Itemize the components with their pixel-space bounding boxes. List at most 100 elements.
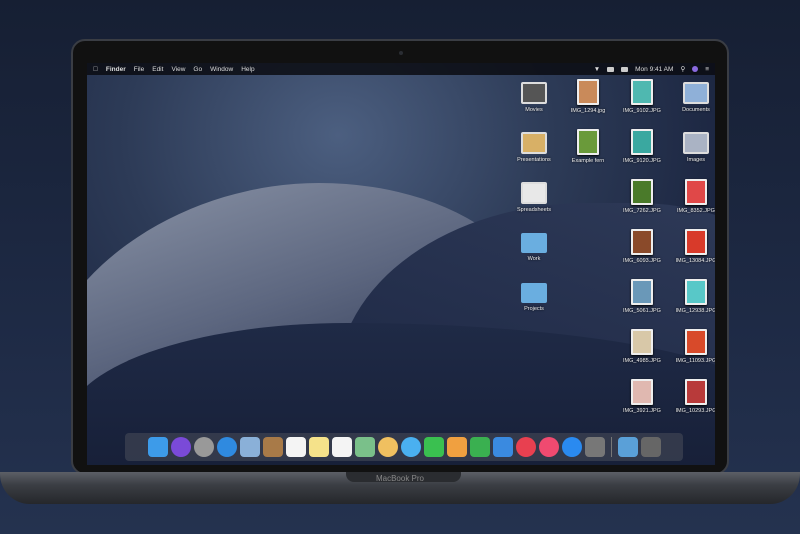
desktop-screen:  Finder File Edit View Go Window Help ▼… xyxy=(87,63,715,465)
clock[interactable]: Mon 9:41 AM xyxy=(635,66,673,73)
downloads-icon[interactable] xyxy=(617,437,638,457)
menu-edit[interactable]: Edit xyxy=(152,66,163,73)
desktop-item[interactable]: IMG_13084.JPG xyxy=(669,227,715,277)
image-thumbnail xyxy=(577,79,599,105)
image-thumbnail xyxy=(631,279,653,305)
numbers-icon[interactable] xyxy=(469,437,490,457)
app-store-icon[interactable] xyxy=(561,437,582,457)
item-label: IMG_9120.JPG xyxy=(623,158,661,164)
stack-icon xyxy=(521,182,547,204)
desktop-item[interactable]: Movies xyxy=(507,77,561,127)
laptop-lid:  Finder File Edit View Go Window Help ▼… xyxy=(71,39,729,475)
item-label: Spreadsheets xyxy=(517,207,551,213)
menu-app-name[interactable]: Finder xyxy=(106,66,126,73)
calendar-icon[interactable] xyxy=(285,437,306,457)
desktop-item[interactable]: IMG_5061.JPG xyxy=(615,277,669,327)
item-label: Documents xyxy=(682,107,710,113)
image-thumbnail xyxy=(685,379,707,405)
apple-menu-icon[interactable]:  xyxy=(93,66,98,73)
menu-view[interactable]: View xyxy=(171,66,185,73)
camera xyxy=(399,51,403,55)
desktop-item[interactable]: IMG_11093.JPG xyxy=(669,327,715,377)
launchpad-icon[interactable] xyxy=(193,437,214,457)
pages-icon[interactable] xyxy=(446,437,467,457)
mail-icon[interactable] xyxy=(239,437,260,457)
spotlight-search-icon[interactable]: ⚲ xyxy=(680,65,685,73)
photos-icon[interactable] xyxy=(377,437,398,457)
desktop-item[interactable]: Example fern xyxy=(561,127,615,177)
desktop-item[interactable]: IMG_8352.JPG xyxy=(669,177,715,227)
image-thumbnail xyxy=(631,79,653,105)
dock xyxy=(125,433,683,461)
item-label: Example fern xyxy=(571,158,605,164)
desktop-item[interactable]: IMG_7262.JPG xyxy=(615,177,669,227)
safari-icon[interactable] xyxy=(216,437,237,457)
image-thumbnail xyxy=(577,129,599,155)
item-label: IMG_1294.jpg xyxy=(570,108,606,114)
desktop-item[interactable]: Documents xyxy=(669,77,715,127)
item-label: IMG_10293.JPG xyxy=(675,408,715,414)
item-label: Presentations xyxy=(517,157,551,163)
desktop-item[interactable]: Work xyxy=(507,227,561,277)
dock-divider xyxy=(610,437,612,457)
item-label: IMG_5061.JPG xyxy=(623,308,661,314)
item-label: IMG_6093.JPG xyxy=(623,258,661,264)
desktop-item[interactable]: IMG_3921.JPG xyxy=(615,377,669,427)
trash-icon[interactable] xyxy=(640,437,661,457)
menu-help[interactable]: Help xyxy=(241,66,254,73)
image-thumbnail xyxy=(631,129,653,155)
item-label: Images xyxy=(686,157,706,163)
menu-go[interactable]: Go xyxy=(193,66,202,73)
image-thumbnail xyxy=(631,229,653,255)
image-thumbnail xyxy=(685,229,707,255)
notification-center-icon[interactable]: ≡ xyxy=(705,66,709,73)
menu-bar:  Finder File Edit View Go Window Help ▼… xyxy=(87,63,715,75)
desktop-item[interactable]: IMG_12938.JPG xyxy=(669,277,715,327)
facetime-icon[interactable] xyxy=(423,437,444,457)
desktop-item[interactable]: IMG_6093.JPG xyxy=(615,227,669,277)
item-label: IMG_9102.JPG xyxy=(623,108,661,114)
stack-icon xyxy=(521,82,547,104)
desktop-icons: Movies IMG_1294.jpg IMG_9102.JPG Documents P… xyxy=(507,77,715,427)
desktop-item[interactable]: Projects xyxy=(507,277,561,327)
image-thumbnail xyxy=(631,379,653,405)
maps-icon[interactable] xyxy=(354,437,375,457)
item-label: IMG_4985.JPG xyxy=(623,358,661,364)
desktop-item[interactable]: IMG_9120.JPG xyxy=(615,127,669,177)
item-label: IMG_13084.JPG xyxy=(675,258,715,264)
desktop-item[interactable]: Presentations xyxy=(507,127,561,177)
desktop-item[interactable]: IMG_9102.JPG xyxy=(615,77,669,127)
desktop-item[interactable]: IMG_1294.jpg xyxy=(561,77,615,127)
notes-icon[interactable] xyxy=(308,437,329,457)
folder-icon xyxy=(521,283,547,303)
item-label: IMG_3921.JPG xyxy=(623,408,661,414)
menu-file[interactable]: File xyxy=(134,66,144,73)
siri-icon[interactable] xyxy=(692,66,699,72)
item-label: IMG_8352.JPG xyxy=(677,208,715,214)
desktop-item[interactable]: IMG_4985.JPG xyxy=(615,327,669,377)
desktop-item[interactable]: Images xyxy=(669,127,715,177)
desktop-item[interactable]: Spreadsheets xyxy=(507,177,561,227)
news-icon[interactable] xyxy=(515,437,536,457)
image-thumbnail xyxy=(631,179,653,205)
menu-window[interactable]: Window xyxy=(210,66,233,73)
battery-icon[interactable] xyxy=(621,66,629,72)
item-label: IMG_12938.JPG xyxy=(675,308,715,314)
airplay-icon[interactable] xyxy=(607,66,615,72)
image-thumbnail xyxy=(685,179,707,205)
keynote-icon[interactable] xyxy=(492,437,513,457)
item-label: Work xyxy=(527,256,541,262)
wifi-icon[interactable]: ▼ xyxy=(594,66,600,73)
image-thumbnail xyxy=(685,279,707,305)
image-thumbnail xyxy=(685,329,707,355)
finder-icon[interactable] xyxy=(147,437,168,457)
reminders-icon[interactable] xyxy=(331,437,352,457)
device-label: MacBook Pro xyxy=(375,474,425,483)
item-label: IMG_11093.JPG xyxy=(675,358,715,364)
music-icon[interactable] xyxy=(538,437,559,457)
contacts-icon[interactable] xyxy=(262,437,283,457)
messages-icon[interactable] xyxy=(400,437,421,457)
system-preferences-icon[interactable] xyxy=(584,437,605,457)
desktop-item[interactable]: IMG_10293.JPG xyxy=(669,377,715,427)
siri-icon[interactable] xyxy=(170,437,191,457)
